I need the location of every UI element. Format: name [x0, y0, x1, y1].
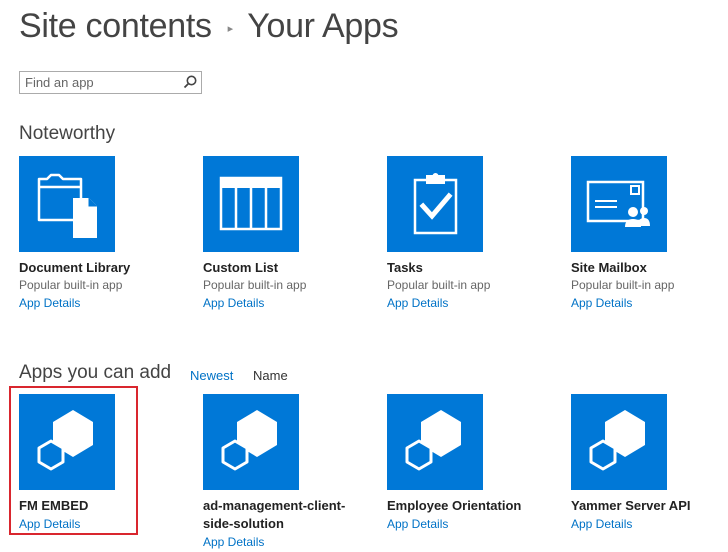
app-title[interactable]: Site Mailbox	[571, 259, 728, 277]
tasks-tile-icon[interactable]	[387, 156, 483, 252]
breadcrumb: Site contents ▸ Your Apps	[19, 4, 399, 48]
app-title[interactable]: Custom List	[203, 259, 373, 277]
app-tile-custom-list: Custom List Popular built-in app App Det…	[203, 156, 373, 313]
site-mailbox-tile-icon[interactable]	[571, 156, 667, 252]
app-tile-employee-orientation: Employee Orientation App Details	[387, 394, 557, 534]
app-details-link[interactable]: App Details	[571, 294, 728, 313]
breadcrumb-site-contents-link[interactable]: Site contents	[19, 7, 212, 46]
app-title[interactable]: Tasks	[387, 259, 557, 277]
app-tile-site-mailbox: Site Mailbox Popular built-in app App De…	[571, 156, 728, 313]
custom-list-tile-icon[interactable]	[203, 156, 299, 252]
app-tile-ad-management-client-side-solution: ad-management-client- side-solution App …	[203, 394, 373, 552]
app-tile-document-library: Document Library Popular built-in app Ap…	[19, 156, 189, 313]
app-subtitle: Popular built-in app	[203, 278, 307, 292]
app-subtitle: Popular built-in app	[571, 278, 675, 292]
app-tile-yammer-server-api: Yammer Server API App Details	[571, 394, 728, 534]
app-title[interactable]: Employee Orientation	[387, 497, 557, 515]
app-details-link[interactable]: App Details	[19, 294, 189, 313]
app-subtitle: Popular built-in app	[387, 278, 491, 292]
app-cube-icon	[589, 410, 645, 471]
apps-you-can-add-heading: Apps you can add	[19, 362, 172, 383]
custom-list-icon	[219, 176, 283, 231]
breadcrumb-separator-icon: ▸	[227, 22, 234, 35]
find-app-search-box	[19, 71, 202, 94]
app-cube-icon	[405, 410, 461, 471]
search-icon[interactable]	[183, 75, 197, 89]
noteworthy-heading: Noteworthy	[19, 123, 116, 144]
app-title[interactable]: ad-management-client- side-solution	[203, 497, 373, 533]
app-details-link[interactable]: App Details	[387, 294, 557, 313]
app-title-line-2: side-solution	[203, 516, 284, 531]
app-subtitle: Popular built-in app	[19, 278, 123, 292]
app-details-link[interactable]: App Details	[387, 515, 557, 534]
app-details-link[interactable]: App Details	[203, 294, 373, 313]
sort-name-link[interactable]: Name	[253, 368, 288, 383]
app-title[interactable]: Document Library	[19, 259, 189, 277]
employee-orientation-tile-icon[interactable]	[387, 394, 483, 490]
find-app-input[interactable]	[25, 72, 175, 92]
yammer-server-api-tile-icon[interactable]	[571, 394, 667, 490]
app-details-link[interactable]: App Details	[203, 533, 373, 552]
highlight-box-fm-embed	[9, 386, 138, 535]
app-details-link[interactable]: App Details	[571, 515, 728, 534]
sort-newest-link[interactable]: Newest	[190, 368, 233, 383]
document-library-tile-icon[interactable]	[19, 156, 115, 252]
page-title: Your Apps	[247, 6, 399, 45]
document-library-icon	[37, 173, 97, 238]
site-mailbox-icon	[586, 180, 650, 227]
ad-management-tile-icon[interactable]	[203, 394, 299, 490]
app-title-line-1: ad-management-client-	[203, 498, 346, 513]
tasks-icon	[413, 173, 458, 235]
app-title[interactable]: Yammer Server API	[571, 497, 728, 515]
app-cube-icon	[221, 410, 277, 471]
app-tile-tasks: Tasks Popular built-in app App Details	[387, 156, 557, 313]
